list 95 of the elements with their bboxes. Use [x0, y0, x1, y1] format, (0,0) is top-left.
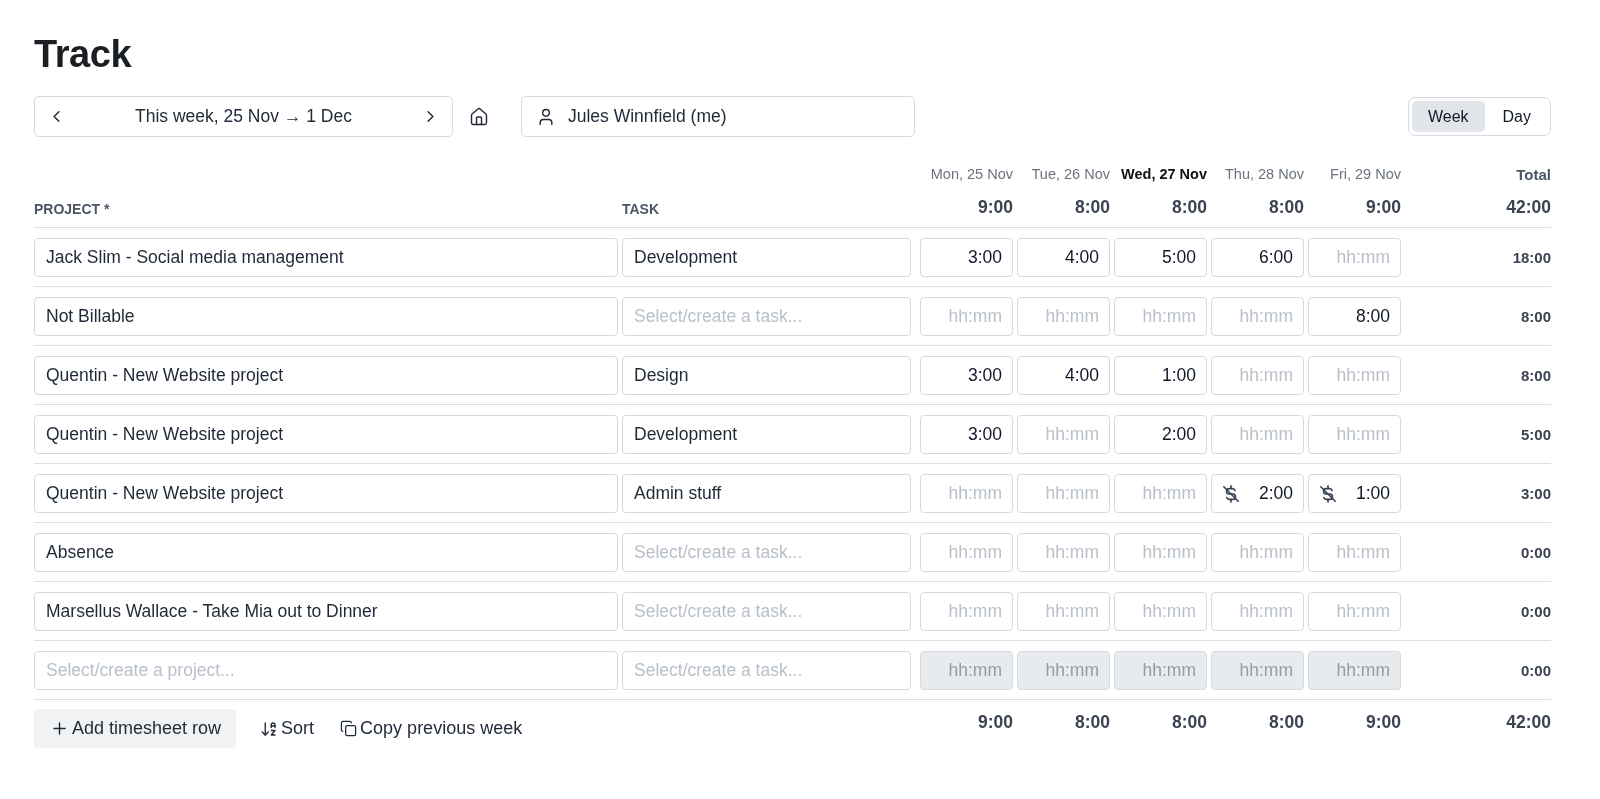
- time-input[interactable]: 5:00: [1114, 238, 1207, 277]
- project-field[interactable]: Quentin - New Website project: [34, 474, 618, 513]
- day-total: 8:00: [1074, 711, 1110, 734]
- day-total: 8:00: [1171, 711, 1207, 734]
- time-input[interactable]: 1:00: [1308, 474, 1401, 513]
- time-input[interactable]: 6:00: [1211, 238, 1304, 277]
- time-input[interactable]: 3:00: [920, 415, 1013, 454]
- day-label: Fri, 29 Nov: [1330, 166, 1401, 182]
- task-field[interactable]: Select/create a task...: [622, 592, 911, 631]
- project-field[interactable]: Not Billable: [34, 297, 618, 336]
- task-field[interactable]: Select/create a task...: [622, 651, 911, 690]
- time-input[interactable]: hh:mm: [1211, 415, 1304, 454]
- row-total: 0:00: [1520, 603, 1551, 620]
- time-input[interactable]: 3:00: [920, 356, 1013, 395]
- time-input[interactable]: hh:mm: [920, 474, 1013, 513]
- day-total: 8:00: [1074, 196, 1110, 218]
- project-column-header: PROJECT *: [34, 201, 110, 218]
- row-total: 8:00: [1520, 308, 1551, 325]
- day-total: 8:00: [1171, 196, 1207, 218]
- crossed-dollar-icon: [1319, 484, 1337, 503]
- time-input[interactable]: hh:mm: [920, 533, 1013, 572]
- crossed-dollar-icon: [1222, 484, 1240, 503]
- sort-icon: [260, 719, 279, 738]
- project-field[interactable]: Jack Slim - Social media management: [34, 238, 618, 277]
- day-total: 8:00: [1268, 196, 1304, 218]
- time-input[interactable]: hh:mm: [1308, 533, 1401, 572]
- row-total: 5:00: [1520, 426, 1551, 443]
- sort-button[interactable]: Sort: [258, 709, 317, 748]
- total-column-header: Total: [1516, 165, 1551, 183]
- task-field[interactable]: Development: [622, 415, 911, 454]
- day-total: 8:00: [1268, 711, 1304, 734]
- view-tab[interactable]: Day: [1486, 101, 1547, 132]
- time-input[interactable]: hh:mm: [1211, 297, 1304, 336]
- time-input[interactable]: hh:mm: [1114, 533, 1207, 572]
- grand-total: 42:00: [1506, 196, 1551, 218]
- row-total: 8:00: [1520, 367, 1551, 384]
- home-icon[interactable]: [469, 106, 489, 127]
- view-tab[interactable]: Week: [1411, 101, 1485, 132]
- time-input[interactable]: hh:mm: [920, 592, 1013, 631]
- day-label: Tue, 26 Nov: [1031, 166, 1110, 182]
- time-input[interactable]: hh:mm: [1017, 297, 1110, 336]
- task-field[interactable]: Select/create a task...: [622, 533, 911, 572]
- grand-total: 42:00: [1506, 711, 1551, 734]
- day-total: 9:00: [1365, 196, 1401, 218]
- task-field[interactable]: Development: [622, 238, 911, 277]
- time-input[interactable]: hh:mm: [1308, 415, 1401, 454]
- add-button[interactable]: Add timesheet row: [34, 709, 237, 748]
- time-input[interactable]: hh:mm: [1211, 533, 1304, 572]
- time-input[interactable]: 3:00: [920, 238, 1013, 277]
- time-input[interactable]: hh:mm: [920, 297, 1013, 336]
- time-input[interactable]: hh:mm: [1308, 238, 1401, 277]
- project-field[interactable]: Quentin - New Website project: [34, 356, 618, 395]
- day-total: 9:00: [1365, 711, 1401, 734]
- row-total: 0:00: [1520, 662, 1551, 679]
- time-input[interactable]: 2:00: [1211, 474, 1304, 513]
- task-field[interactable]: Admin stuff: [622, 474, 911, 513]
- day-total: 9:00: [977, 711, 1013, 734]
- time-input[interactable]: hh:mm: [1017, 592, 1110, 631]
- plus-icon: [50, 719, 69, 738]
- time-input[interactable]: hh:mm: [1114, 474, 1207, 513]
- task-field[interactable]: Select/create a task...: [622, 297, 911, 336]
- page-title: Track: [34, 32, 132, 76]
- task-field[interactable]: Design: [622, 356, 911, 395]
- time-input[interactable]: hh:mm: [1308, 592, 1401, 631]
- time-input[interactable]: 2:00: [1114, 415, 1207, 454]
- time-input[interactable]: hh:mm: [1017, 415, 1110, 454]
- task-column-header: TASK: [622, 201, 660, 218]
- time-input[interactable]: hh:mm: [1211, 356, 1304, 395]
- user-icon: [536, 106, 556, 127]
- time-input[interactable]: hh:mm: [1017, 533, 1110, 572]
- time-input[interactable]: 4:00: [1017, 238, 1110, 277]
- time-input[interactable]: hh:mm: [1114, 592, 1207, 631]
- day-label: Thu, 28 Nov: [1225, 166, 1304, 182]
- time-input[interactable]: 1:00: [1114, 356, 1207, 395]
- user-select-field[interactable]: Jules Winnfield (me): [521, 96, 915, 137]
- time-input[interactable]: 4:00: [1017, 356, 1110, 395]
- week-range-label: This week, 25 Nov → 1 Dec: [135, 106, 352, 127]
- time-input[interactable]: 8:00: [1308, 297, 1401, 336]
- row-total: 0:00: [1520, 544, 1551, 561]
- project-field[interactable]: Marsellus Wallace - Take Mia out to Dinner: [34, 592, 618, 631]
- row-total: 18:00: [1512, 249, 1551, 266]
- project-field[interactable]: Quentin - New Website project: [34, 415, 618, 454]
- day-label: Mon, 25 Nov: [930, 166, 1013, 182]
- time-input[interactable]: hh:mm: [1308, 356, 1401, 395]
- row-total: 3:00: [1520, 485, 1551, 502]
- week-navigator[interactable]: This week, 25 Nov → 1 Dec: [34, 96, 453, 137]
- time-input[interactable]: hh:mm: [1211, 592, 1304, 631]
- time-input[interactable]: hh:mm: [1114, 297, 1207, 336]
- project-field[interactable]: Absence: [34, 533, 618, 572]
- copy-button[interactable]: Copy previous week: [338, 709, 525, 748]
- copy-icon: [340, 720, 358, 737]
- day-label: Wed, 27 Nov: [1121, 166, 1207, 182]
- project-field[interactable]: Select/create a project...: [34, 651, 618, 690]
- day-total: 9:00: [977, 196, 1013, 218]
- time-input[interactable]: hh:mm: [1017, 474, 1110, 513]
